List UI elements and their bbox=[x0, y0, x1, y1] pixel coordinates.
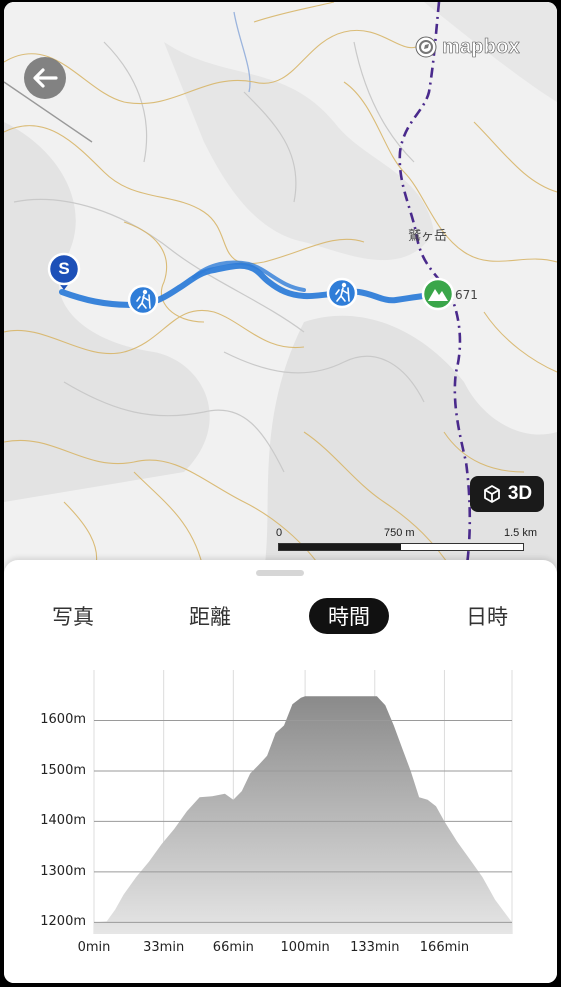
bottom-sheet: 写真 距離 時間 日時 1200m 1300m 1400m 1500m 1600m 0m… bbox=[4, 560, 557, 983]
tab-distance[interactable]: 距離 bbox=[179, 598, 241, 634]
map-view[interactable]: 鷲ヶ岳 671 S mapbox 3D 0 750 m 1.5 km bbox=[4, 2, 557, 572]
peak-name-label: 鷲ヶ岳 bbox=[408, 229, 448, 244]
mapbox-wordmark: mapbox bbox=[442, 35, 520, 58]
tab-datetime[interactable]: 日時 bbox=[456, 598, 518, 634]
x-tick-label: 100min bbox=[280, 940, 330, 955]
cube-icon bbox=[483, 485, 500, 503]
y-tick-label: 1400m bbox=[40, 813, 86, 829]
x-tick-label: 133min bbox=[350, 940, 400, 955]
elevation-area bbox=[94, 696, 512, 934]
y-tick-label: 1600m bbox=[40, 712, 86, 728]
scale-label-end: 1.5 km bbox=[504, 527, 538, 539]
y-tick-label: 1300m bbox=[40, 863, 86, 879]
sheet-drag-handle[interactable] bbox=[256, 570, 304, 576]
hiker-marker-1[interactable] bbox=[127, 284, 159, 316]
x-tick-label: 166min bbox=[419, 940, 470, 955]
elevation-chart: 1200m 1300m 1400m 1500m 1600m 0min 33min 66min… bbox=[4, 670, 557, 970]
x-tick-label: 66min bbox=[212, 940, 254, 955]
tab-time[interactable]: 時間 bbox=[309, 598, 389, 634]
map-scale-bar: 0 750 m 1.5 km bbox=[276, 527, 542, 553]
scale-bar bbox=[278, 543, 524, 551]
scale-label-start: 0 bbox=[276, 527, 283, 539]
peak-elevation-label: 671 bbox=[455, 288, 478, 302]
y-tick-label: 1200m bbox=[40, 914, 86, 930]
hiker-marker-2[interactable] bbox=[326, 277, 358, 309]
tab-photos[interactable]: 写真 bbox=[42, 598, 104, 634]
mapbox-logo: mapbox bbox=[414, 34, 520, 60]
summit-marker[interactable] bbox=[421, 277, 455, 311]
view-3d-button[interactable]: 3D bbox=[470, 476, 544, 512]
view-3d-label: 3D bbox=[507, 483, 533, 504]
scale-label-mid: 750 m bbox=[384, 527, 415, 539]
x-tick-label: 33min bbox=[143, 940, 185, 955]
mapbox-icon bbox=[415, 36, 437, 58]
start-marker-letter: S bbox=[58, 259, 70, 278]
app-screen: 鷲ヶ岳 671 S mapbox 3D 0 750 m 1.5 km 写真 距離… bbox=[4, 2, 557, 983]
arrow-left-icon bbox=[33, 68, 58, 88]
elevation-chart-svg bbox=[93, 670, 513, 934]
chart-mode-tabs: 写真 距離 時間 日時 bbox=[4, 598, 557, 638]
y-tick-label: 1500m bbox=[40, 762, 86, 778]
back-button[interactable] bbox=[24, 57, 66, 99]
x-tick-label: 0min bbox=[77, 940, 111, 955]
